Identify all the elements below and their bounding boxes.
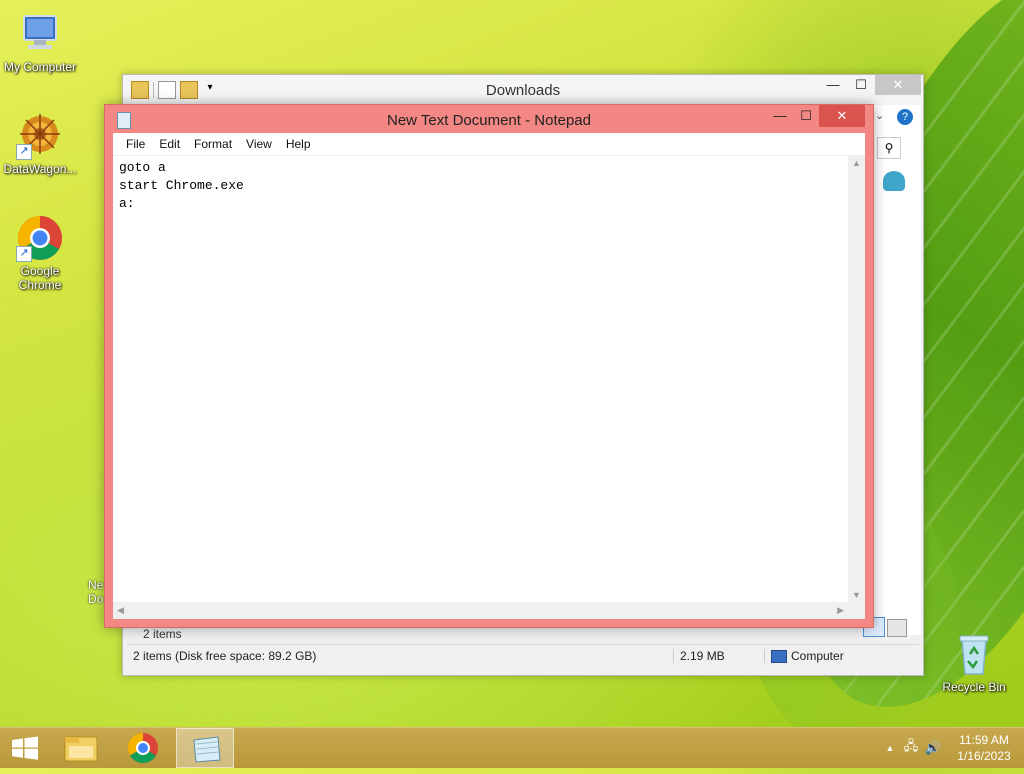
status-bar: 2 items (Disk free space: 89.2 GB) 2.19 … bbox=[127, 644, 919, 667]
clock[interactable]: 11:59 AM 1/16/2023 bbox=[944, 732, 1024, 764]
window-title: New Text Document - Notepad bbox=[387, 112, 591, 129]
menu-bar: File Edit Format View Help bbox=[113, 133, 865, 156]
file-explorer-icon bbox=[64, 736, 98, 762]
desktop-icon-label: My Computer bbox=[3, 60, 77, 74]
menu-help[interactable]: Help bbox=[279, 137, 318, 151]
taskbar-chrome[interactable] bbox=[114, 728, 172, 768]
horizontal-scrollbar[interactable]: ◀ ▶ bbox=[113, 602, 848, 619]
minimize-button[interactable]: — bbox=[767, 105, 793, 127]
menu-format[interactable]: Format bbox=[187, 137, 239, 151]
status-items-info: 2 items (Disk free space: 89.2 GB) bbox=[133, 649, 317, 663]
window-controls: — ☐ ✕ bbox=[767, 105, 865, 127]
computer-icon bbox=[771, 649, 787, 663]
taskbar: ▲ 🖧 🔊 11:59 AM 1/16/2023 bbox=[0, 727, 1024, 768]
scroll-up-icon[interactable]: ▲ bbox=[852, 158, 861, 168]
shortcut-arrow-icon: ↗ bbox=[16, 246, 32, 262]
volume-icon[interactable]: 🔊 bbox=[922, 740, 944, 756]
vertical-scrollbar[interactable]: ▲ ▼ bbox=[848, 156, 865, 602]
scroll-right-icon[interactable]: ▶ bbox=[837, 605, 844, 616]
desktop-icon-google-chrome[interactable]: ↗ Google Chrome bbox=[0, 214, 80, 292]
desktop-icon-label: DataWagon... bbox=[3, 162, 77, 176]
taskbar-file-explorer[interactable] bbox=[52, 728, 110, 768]
desktop-icon-label: Recycle Bin bbox=[942, 680, 1006, 694]
desktop-icon-recycle-bin[interactable]: Recycle Bin bbox=[934, 630, 1014, 694]
notepad-titlebar[interactable]: New Text Document - Notepad — ☐ ✕ bbox=[105, 105, 873, 133]
close-button[interactable]: ✕ bbox=[819, 105, 865, 127]
items-count-label: 2 items bbox=[143, 627, 182, 641]
datawagon-logo-icon: ↗ bbox=[16, 112, 64, 160]
menu-file[interactable]: File bbox=[119, 137, 152, 151]
notepad-window[interactable]: New Text Document - Notepad — ☐ ✕ File E… bbox=[104, 104, 874, 628]
shell-icon bbox=[883, 171, 905, 191]
scroll-left-icon[interactable]: ◀ bbox=[117, 605, 124, 616]
desktop-icon-label: Do bbox=[88, 592, 104, 606]
close-button[interactable]: ✕ bbox=[875, 75, 921, 95]
explorer-right-strip: ? ⌄ ⚲ bbox=[863, 105, 921, 637]
menu-edit[interactable]: Edit bbox=[152, 137, 187, 151]
status-location: Computer bbox=[764, 649, 844, 663]
notepad-icon bbox=[193, 736, 221, 763]
text-editor[interactable]: goto a start Chrome.exe a: bbox=[113, 156, 848, 602]
notepad-client-area: File Edit Format View Help goto a start … bbox=[113, 133, 865, 619]
desktop-icon-label: Ne bbox=[88, 578, 104, 592]
window-controls: — ☐ ✕ bbox=[819, 75, 921, 95]
maximize-button[interactable]: ☐ bbox=[847, 75, 875, 95]
chrome-icon bbox=[127, 733, 158, 764]
start-button[interactable] bbox=[0, 728, 50, 768]
desktop-icon-partial[interactable]: Ne Do bbox=[88, 578, 103, 606]
desktop-icon-my-computer[interactable]: My Computer bbox=[0, 10, 80, 74]
network-icon[interactable]: 🖧 bbox=[900, 737, 922, 759]
system-tray: ▲ 🖧 🔊 11:59 AM 1/16/2023 bbox=[880, 728, 1024, 768]
menu-view[interactable]: View bbox=[239, 137, 279, 151]
clock-time: 11:59 AM bbox=[959, 733, 1009, 747]
status-size: 2.19 MB bbox=[673, 649, 764, 663]
explorer-titlebar[interactable]: ▾ Downloads — ☐ ✕ bbox=[123, 75, 923, 105]
clock-date: 1/16/2023 bbox=[957, 749, 1011, 763]
maximize-button[interactable]: ☐ bbox=[793, 105, 819, 127]
desktop-icon-label: Google Chrome bbox=[18, 264, 62, 292]
minimize-button[interactable]: — bbox=[819, 75, 847, 95]
chevron-down-icon[interactable]: ⌄ bbox=[875, 109, 884, 122]
size-grip[interactable] bbox=[848, 602, 865, 619]
windows-logo-icon bbox=[12, 736, 38, 760]
tiles-view-icon[interactable] bbox=[887, 619, 907, 637]
scroll-down-icon[interactable]: ▼ bbox=[852, 590, 861, 600]
search-icon[interactable]: ⚲ bbox=[877, 137, 901, 159]
recycle-bin-icon bbox=[950, 630, 998, 678]
status-location-label: Computer bbox=[791, 649, 844, 663]
shortcut-arrow-icon: ↗ bbox=[16, 144, 32, 160]
window-title: Downloads bbox=[485, 82, 561, 99]
desktop-icon-datawagon[interactable]: ↗ DataWagon... bbox=[0, 112, 80, 176]
chrome-icon: ↗ bbox=[16, 214, 64, 262]
computer-icon bbox=[16, 10, 64, 58]
show-hidden-icons-icon[interactable]: ▲ bbox=[880, 743, 900, 753]
taskbar-notepad[interactable] bbox=[176, 728, 234, 768]
help-icon[interactable]: ? bbox=[897, 109, 913, 125]
